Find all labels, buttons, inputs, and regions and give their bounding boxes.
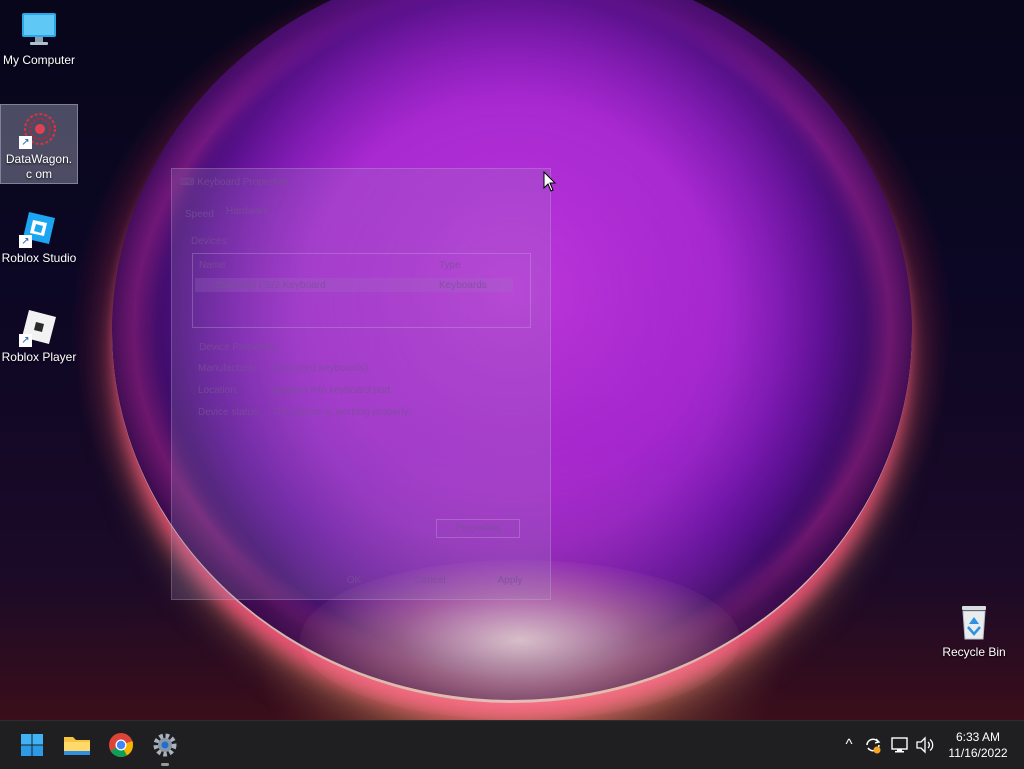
desktop-icon-roblox-player[interactable]: ↗ Roblox Player	[1, 303, 77, 365]
manufacturer-label: Manufacturer:	[198, 363, 260, 374]
desktop: My Computer ↗ DataWagon.c om ↗ Roblox St…	[0, 0, 1024, 720]
devices-label: Devices:	[191, 236, 230, 247]
datawagon-icon: ↗	[19, 109, 59, 149]
settings-button[interactable]	[147, 727, 183, 766]
recycle-bin-icon	[954, 602, 994, 642]
shortcut-arrow-icon: ↗	[19, 334, 32, 347]
shortcut-arrow-icon: ↗	[19, 136, 32, 149]
sync-icon[interactable]	[862, 734, 884, 756]
gear-icon	[153, 733, 177, 757]
dialog-title: ⌨ Keyboard Properties	[180, 177, 289, 188]
device-status-label: Device status:	[198, 407, 261, 418]
clock-date: 11/16/2022	[948, 746, 1008, 760]
tab-speed[interactable]: Speed	[185, 209, 214, 220]
clock-time: 6:33 AM	[955, 730, 1001, 744]
show-hidden-icons-chevron-icon[interactable]: ^	[838, 734, 860, 756]
apply-button[interactable]: Apply	[490, 572, 530, 589]
devices-list[interactable]: Name Type Standard PS/2 Keyboard Keyboar…	[192, 253, 531, 328]
manufacturer-value: (Standard keyboards)	[272, 363, 369, 374]
network-icon[interactable]	[889, 734, 911, 756]
taskbar: ^ 6:33 AM 11/16/2022	[0, 720, 1024, 769]
desktop-icon-label: Roblox Player	[1, 350, 77, 364]
location-value: plugged into keyboard port	[272, 385, 391, 396]
desktop-icon-recycle-bin[interactable]: Recycle Bin	[936, 598, 1012, 660]
taskbar-clock[interactable]: 6:33 AM 11/16/2022	[940, 729, 1016, 761]
column-header-name[interactable]: Name	[199, 260, 226, 271]
chrome-icon	[109, 733, 134, 758]
desktop-icon-label: Recycle Bin	[942, 645, 1006, 659]
keyboard-properties-dialog[interactable]: ⌨ Keyboard Properties Speed Hardware Dev…	[171, 168, 551, 600]
desktop-icon-datawagon[interactable]: ↗ DataWagon.c om	[0, 104, 78, 184]
tab-hardware[interactable]: Hardware	[226, 206, 269, 217]
chrome-button[interactable]	[103, 727, 139, 763]
folder-icon	[64, 737, 90, 755]
properties-button[interactable]: Properties	[436, 519, 520, 538]
device-type: Keyboards	[439, 280, 487, 291]
device-name: Standard PS/2 Keyboard	[215, 280, 326, 291]
location-label: Location:	[198, 385, 239, 396]
keyboard-icon: ⌨	[180, 177, 198, 188]
device-status-value: This device is working properly.	[272, 407, 411, 418]
desktop-icon-label: My Computer	[2, 53, 76, 67]
ok-button[interactable]: OK	[332, 572, 376, 589]
running-indicator	[161, 763, 169, 766]
column-header-type[interactable]: Type	[439, 260, 461, 271]
file-explorer-button[interactable]	[59, 727, 95, 763]
desktop-icon-label: Roblox Studio	[1, 251, 77, 265]
volume-icon[interactable]	[914, 734, 936, 756]
monitor-icon	[19, 10, 59, 50]
device-properties-label: Device Properties	[199, 342, 278, 353]
shortcut-arrow-icon: ↗	[19, 235, 32, 248]
windows-logo-icon	[21, 734, 43, 756]
desktop-icon-label: DataWagon.c om	[5, 152, 73, 181]
desktop-icon-my-computer[interactable]: My Computer	[1, 6, 77, 67]
desktop-icon-roblox-studio[interactable]: ↗ Roblox Studio	[1, 204, 77, 266]
start-button[interactable]	[14, 727, 50, 763]
table-row[interactable]: Standard PS/2 Keyboard Keyboards	[195, 278, 513, 292]
roblox-studio-icon: ↗	[19, 208, 59, 248]
cancel-button[interactable]: Cancel	[408, 572, 452, 589]
roblox-player-icon: ↗	[19, 307, 59, 347]
mouse-cursor-icon	[543, 170, 557, 193]
